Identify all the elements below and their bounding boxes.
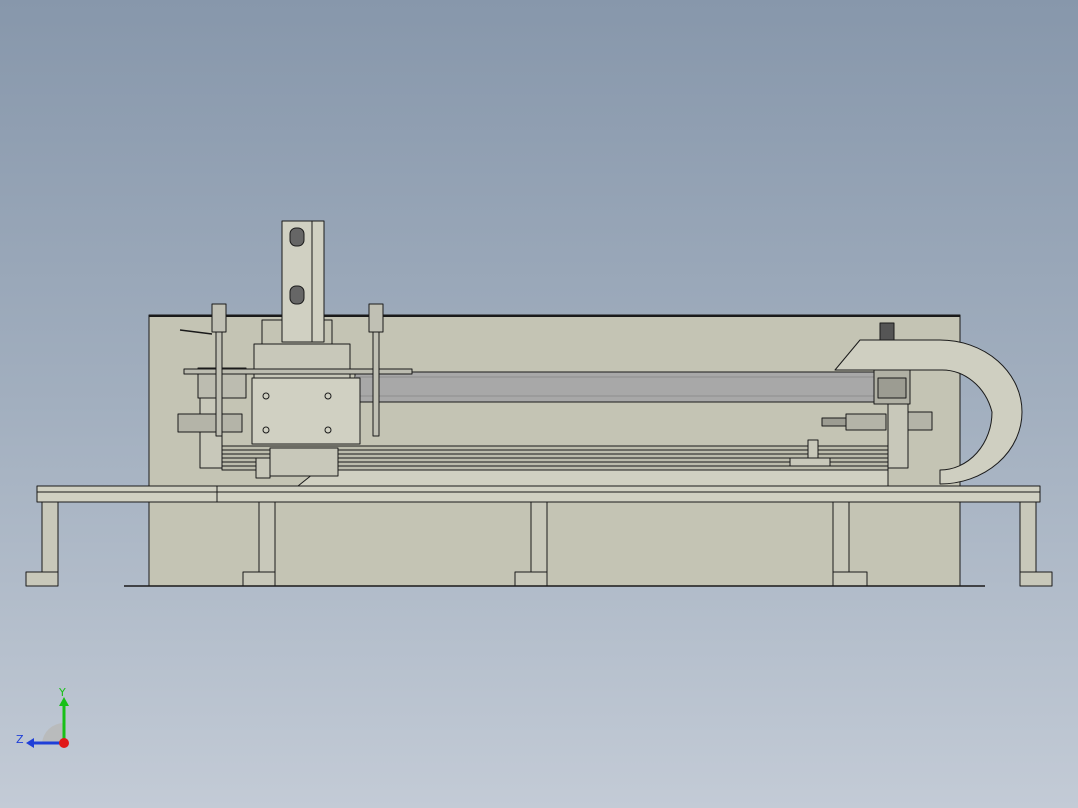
z-axis-label: Z bbox=[16, 733, 24, 746]
x-axis-dot bbox=[59, 738, 69, 748]
cad-viewport[interactable]: Y Z bbox=[0, 0, 1078, 808]
base-rail bbox=[36, 485, 1041, 503]
proximity-sensor bbox=[845, 413, 887, 431]
left-cylinder bbox=[177, 413, 243, 433]
y-axis-label: Y bbox=[58, 686, 66, 699]
right-bracket bbox=[887, 403, 909, 469]
axis-triad: Y Z bbox=[16, 686, 69, 748]
carriage-block bbox=[251, 377, 361, 445]
stop-block bbox=[807, 439, 819, 459]
slide-bed bbox=[297, 469, 889, 487]
machine-front-view-drawing[interactable] bbox=[0, 0, 1078, 808]
